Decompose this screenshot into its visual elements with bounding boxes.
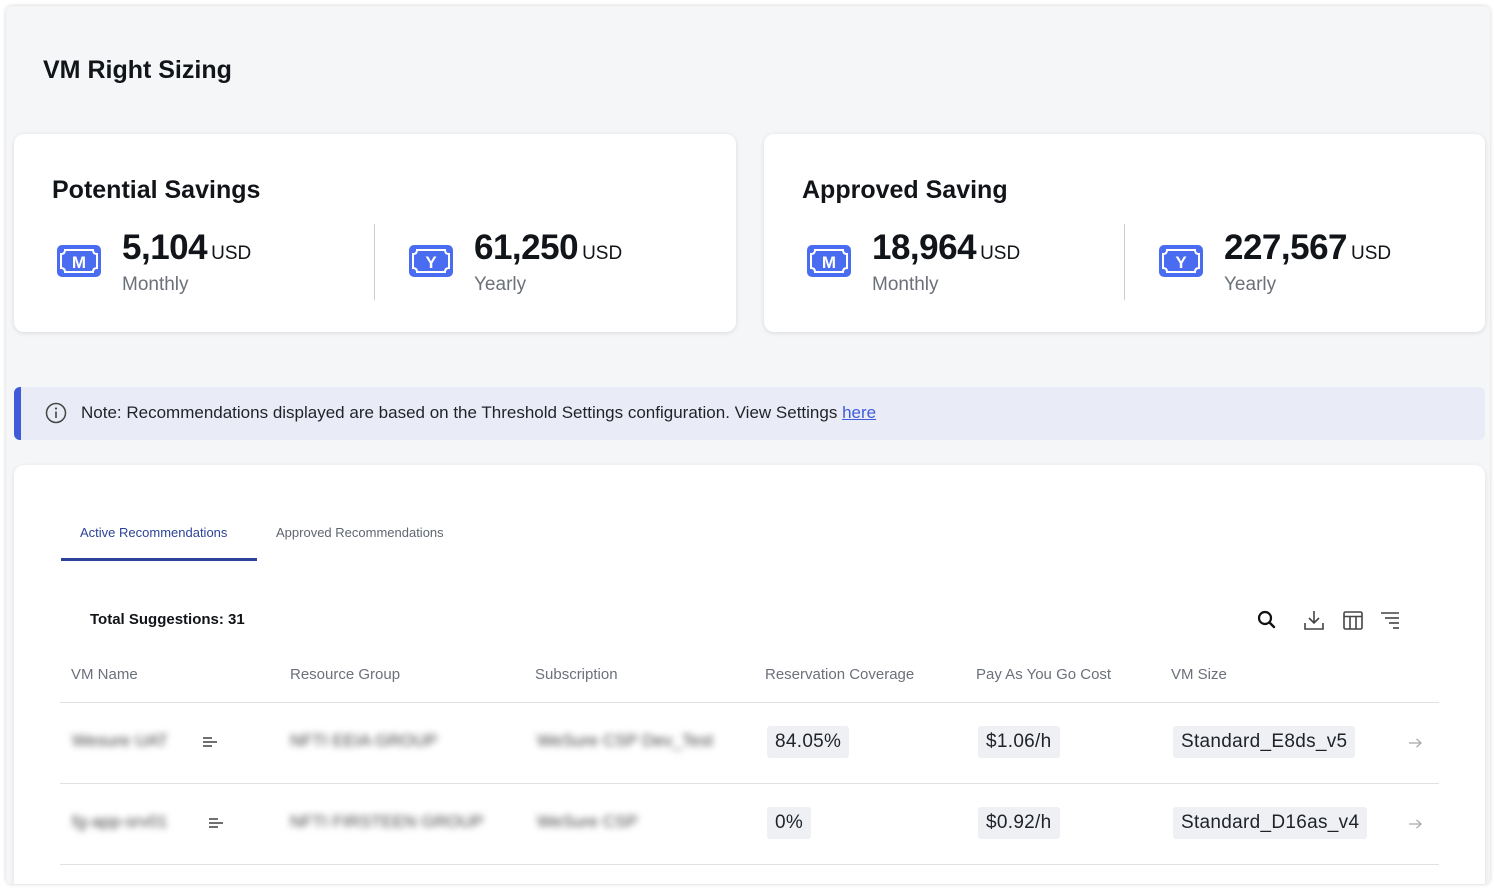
- active-tab-indicator: [61, 558, 257, 561]
- view-settings-link[interactable]: here: [842, 403, 876, 422]
- vm-size: Standard_E8ds_v5: [1173, 726, 1356, 758]
- svg-text:Y: Y: [425, 253, 437, 272]
- recommendations-panel: Active Recommendations Approved Recommen…: [14, 465, 1485, 884]
- monthly-badge-icon: M: [807, 245, 851, 277]
- pay-as-you-go-cost: $0.92/h: [978, 807, 1060, 839]
- column-header-subscription[interactable]: Subscription: [535, 666, 618, 683]
- vm-size: Standard_D16as_v4: [1173, 807, 1368, 839]
- svg-text:M: M: [72, 253, 86, 272]
- metric-value: 227,567 USD: [1224, 228, 1392, 267]
- search-icon[interactable]: [1255, 608, 1279, 632]
- svg-text:M: M: [822, 253, 836, 272]
- page-title: VM Right Sizing: [43, 56, 232, 84]
- column-header-reservation-coverage[interactable]: Reservation Coverage: [765, 666, 914, 683]
- svg-text:Y: Y: [1175, 253, 1187, 272]
- metric-value: 5,104 USD: [122, 228, 252, 267]
- divider: [374, 224, 375, 300]
- yearly-badge-icon: Y: [1159, 245, 1203, 277]
- column-header-vm-size[interactable]: VM Size: [1171, 666, 1227, 683]
- metric-value: 61,250 USD: [474, 228, 623, 267]
- approved-saving-card: Approved Saving M 18,964 USD Monthly Y 22…: [764, 134, 1485, 332]
- metric-period: Monthly: [122, 274, 189, 295]
- download-icon[interactable]: [1302, 608, 1326, 632]
- arrow-right-icon[interactable]: [1407, 818, 1423, 830]
- tab-active-recommendations[interactable]: Active Recommendations: [80, 525, 227, 540]
- threshold-note-banner: Note: Recommendations displayed are base…: [14, 387, 1485, 440]
- metric-period: Yearly: [1224, 274, 1277, 295]
- row-divider: [60, 783, 1439, 784]
- monthly-badge-icon: M: [57, 245, 101, 277]
- resource-group: NFTI EEIA GROUP: [290, 731, 438, 750]
- note-text: Note: Recommendations displayed are base…: [81, 403, 877, 422]
- potential-savings-card: Potential Savings M 5,104 USD Monthly Y 6…: [14, 134, 736, 332]
- card-title: Approved Saving: [802, 176, 1008, 204]
- pay-as-you-go-cost: $1.06/h: [978, 726, 1060, 758]
- app-frame: VM Right Sizing Potential Savings M 5,10…: [6, 6, 1490, 884]
- columns-icon[interactable]: [1341, 608, 1365, 632]
- tab-approved-recommendations[interactable]: Approved Recommendations: [276, 525, 444, 540]
- vm-name: Wesure UAT: [72, 731, 168, 750]
- info-icon: [45, 402, 67, 424]
- details-lines-icon[interactable]: [202, 736, 218, 748]
- column-header-pay-as-you-go-cost[interactable]: Pay As You Go Cost: [976, 666, 1111, 683]
- yearly-badge-icon: Y: [409, 245, 453, 277]
- row-divider: [60, 864, 1439, 865]
- divider: [1124, 224, 1125, 300]
- metric-period: Yearly: [474, 274, 527, 295]
- details-lines-icon[interactable]: [208, 817, 224, 829]
- filter-list-icon[interactable]: [1378, 608, 1402, 632]
- card-title: Potential Savings: [52, 176, 261, 204]
- arrow-right-icon[interactable]: [1407, 737, 1423, 749]
- reservation-coverage: 84.05%: [767, 726, 850, 758]
- header-divider: [60, 702, 1439, 703]
- resource-group: NFTI FIRSTEEN GROUP: [290, 812, 484, 831]
- subscription: WeSure CSP: [537, 812, 638, 831]
- column-header-vm-name[interactable]: VM Name: [71, 666, 138, 683]
- total-suggestions: Total Suggestions: 31: [90, 611, 245, 628]
- column-header-resource-group[interactable]: Resource Group: [290, 666, 400, 683]
- reservation-coverage: 0%: [767, 807, 812, 839]
- vm-name: fg-app-srv01: [72, 812, 168, 831]
- subscription: WeSure CSP Dev_Test: [537, 731, 714, 750]
- metric-value: 18,964 USD: [872, 228, 1021, 267]
- metric-period: Monthly: [872, 274, 939, 295]
